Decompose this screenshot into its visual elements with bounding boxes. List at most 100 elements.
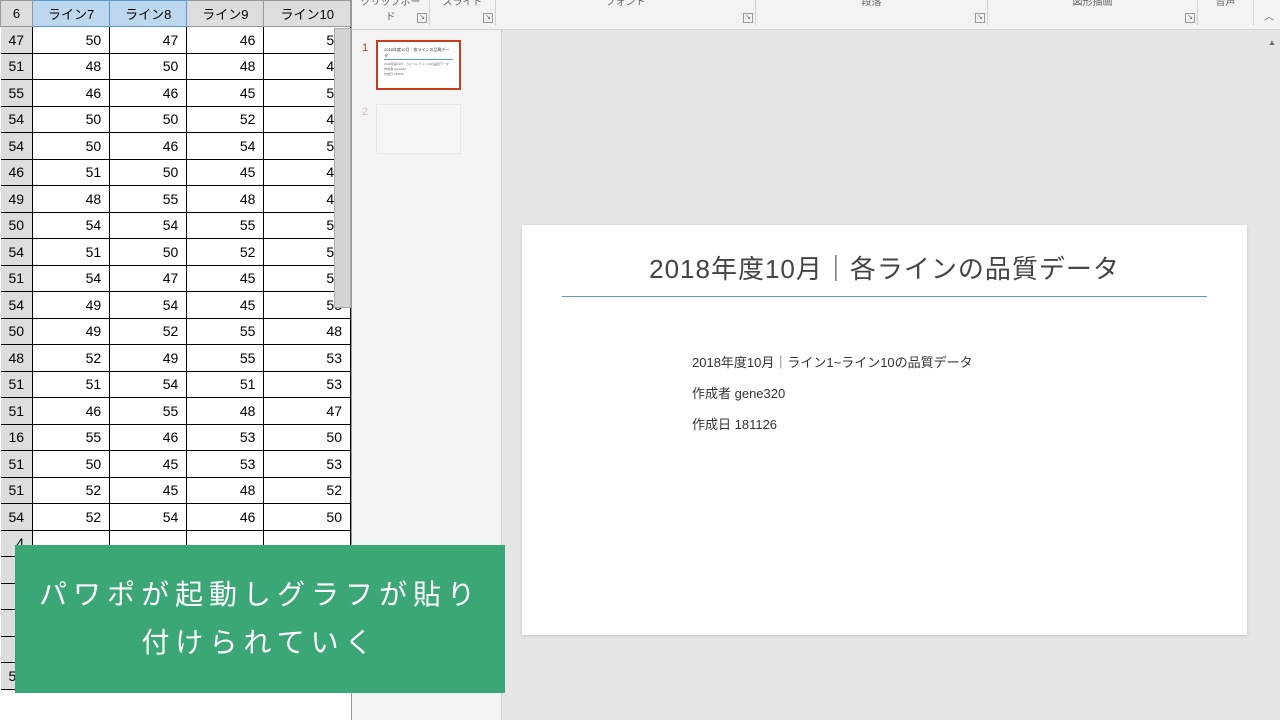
ribbon-group-段落[interactable]: 段落↘ [756,0,988,25]
cell[interactable]: 52 [110,318,187,345]
cell[interactable]: 51 [33,371,110,398]
cell[interactable]: 50 [33,133,110,160]
cell[interactable]: 51 [187,371,264,398]
cell[interactable]: 53 [187,424,264,451]
cell[interactable]: 46 [187,27,264,54]
cell[interactable]: 54 [110,212,187,239]
slide-editor-area[interactable]: ▲ 2018年度10月｜各ラインの品質データ 2018年度10月｜ライン1~ライ… [502,30,1280,720]
cell[interactable]: 55 [187,345,264,372]
cell[interactable]: 54 [110,504,187,531]
cell[interactable]: 52 [264,477,351,504]
cell[interactable]: 48 [187,186,264,213]
cell[interactable]: 45 [187,265,264,292]
cell[interactable]: 48 [187,398,264,425]
cell[interactable]: 50 [264,504,351,531]
cell[interactable]: 45 [110,451,187,478]
thumbnail-slide-2[interactable]: 2 [362,104,491,154]
table-row[interactable]: 5049525548 [1,318,351,345]
cell[interactable]: 48 [1,345,33,372]
dialog-launcher-icon[interactable]: ↘ [743,13,753,23]
cell[interactable]: 53 [187,451,264,478]
dialog-launcher-icon[interactable]: ↘ [417,13,427,23]
cell[interactable]: 55 [33,424,110,451]
cell[interactable]: 52 [33,477,110,504]
dialog-launcher-icon[interactable]: ↘ [1185,13,1195,23]
cell[interactable]: 54 [33,265,110,292]
cell[interactable]: 52 [187,239,264,266]
cell[interactable]: 51 [1,53,33,80]
cell[interactable]: 54 [1,133,33,160]
table-row[interactable]: 5450505245 [1,106,351,133]
cell[interactable]: 48 [33,53,110,80]
cell[interactable]: 48 [187,53,264,80]
cell[interactable]: 48 [187,477,264,504]
slide-canvas[interactable]: 2018年度10月｜各ラインの品質データ 2018年度10月｜ライン1~ライン1… [522,225,1247,635]
cell[interactable]: 45 [187,159,264,186]
table-row[interactable]: 5449544553 [1,292,351,319]
table-row[interactable]: 4651504546 [1,159,351,186]
cell[interactable]: 50 [33,451,110,478]
cell[interactable]: 50 [110,159,187,186]
cell[interactable]: 49 [1,186,33,213]
cell[interactable]: 50 [1,212,33,239]
cell[interactable]: 51 [1,265,33,292]
cell[interactable]: 54 [1,239,33,266]
table-row[interactable]: 4852495553 [1,345,351,372]
cell[interactable]: 47 [264,398,351,425]
table-row[interactable]: 5151545153 [1,371,351,398]
cell[interactable]: 50 [110,106,187,133]
cell[interactable]: 51 [1,477,33,504]
table-row[interactable]: 5152454852 [1,477,351,504]
cell[interactable]: 50 [1,318,33,345]
cell[interactable]: 45 [110,477,187,504]
table-row[interactable]: 5546464553 [1,80,351,107]
cell[interactable]: 49 [110,345,187,372]
cell[interactable]: 46 [33,398,110,425]
cell[interactable]: 55 [1,80,33,107]
cell[interactable]: 55 [110,398,187,425]
cell[interactable]: 51 [33,239,110,266]
thumbnail-slide-1[interactable]: 1 2018年度10月｜各ラインの品質データ 2018年度10月｜ライン1~ライ… [362,40,491,90]
col-header-line9[interactable]: ライン9 [187,1,264,27]
cell[interactable]: 47 [110,27,187,54]
cell[interactable]: 46 [187,504,264,531]
cell[interactable]: 45 [187,292,264,319]
cell[interactable]: 46 [1,159,33,186]
ribbon-group-クリップボード[interactable]: クリップボード↘ [352,0,430,25]
cell[interactable]: 54 [1,504,33,531]
ribbon-group-図形描画[interactable]: 図形描画↘ [988,0,1198,25]
table-row[interactable]: 5150455353 [1,451,351,478]
cell[interactable]: 46 [110,424,187,451]
table-row[interactable]: 5452544650 [1,504,351,531]
cell[interactable]: 51 [1,451,33,478]
cell[interactable]: 48 [264,318,351,345]
table-row[interactable]: 5451505250 [1,239,351,266]
ribbon-group-フォント[interactable]: フォント↘ [496,0,756,25]
table-row[interactable]: 5054545552 [1,212,351,239]
cell[interactable]: 53 [264,371,351,398]
ribbon-collapse-icon[interactable]: ︿ [1264,8,1274,23]
slide-body[interactable]: 2018年度10月｜ライン1~ライン10の品質データ 作成者 gene320 作… [562,347,1207,441]
cell[interactable]: 54 [1,292,33,319]
cell[interactable]: 54 [1,106,33,133]
col-header-line8[interactable]: ライン8 [110,1,187,27]
col-header-line10[interactable]: ライン10 [264,1,351,27]
cell[interactable]: 50 [33,106,110,133]
table-row[interactable]: 5450465451 [1,133,351,160]
cell[interactable]: 45 [187,80,264,107]
cell[interactable]: 54 [33,212,110,239]
cell[interactable]: 50 [264,424,351,451]
col-header-6[interactable]: 6 [1,1,33,27]
table-row[interactable]: 5154474555 [1,265,351,292]
table-row[interactable]: 1655465350 [1,424,351,451]
cell[interactable]: 54 [110,371,187,398]
cell[interactable]: 54 [110,292,187,319]
ribbon-group-スライド[interactable]: スライド↘ [430,0,496,25]
cell[interactable]: 54 [187,133,264,160]
cell[interactable]: 51 [1,398,33,425]
cell[interactable]: 51 [1,371,33,398]
excel-scrollbar[interactable] [334,28,351,308]
cell[interactable]: 46 [33,80,110,107]
table-row[interactable]: 4750474655 [1,27,351,54]
cell[interactable]: 16 [1,424,33,451]
